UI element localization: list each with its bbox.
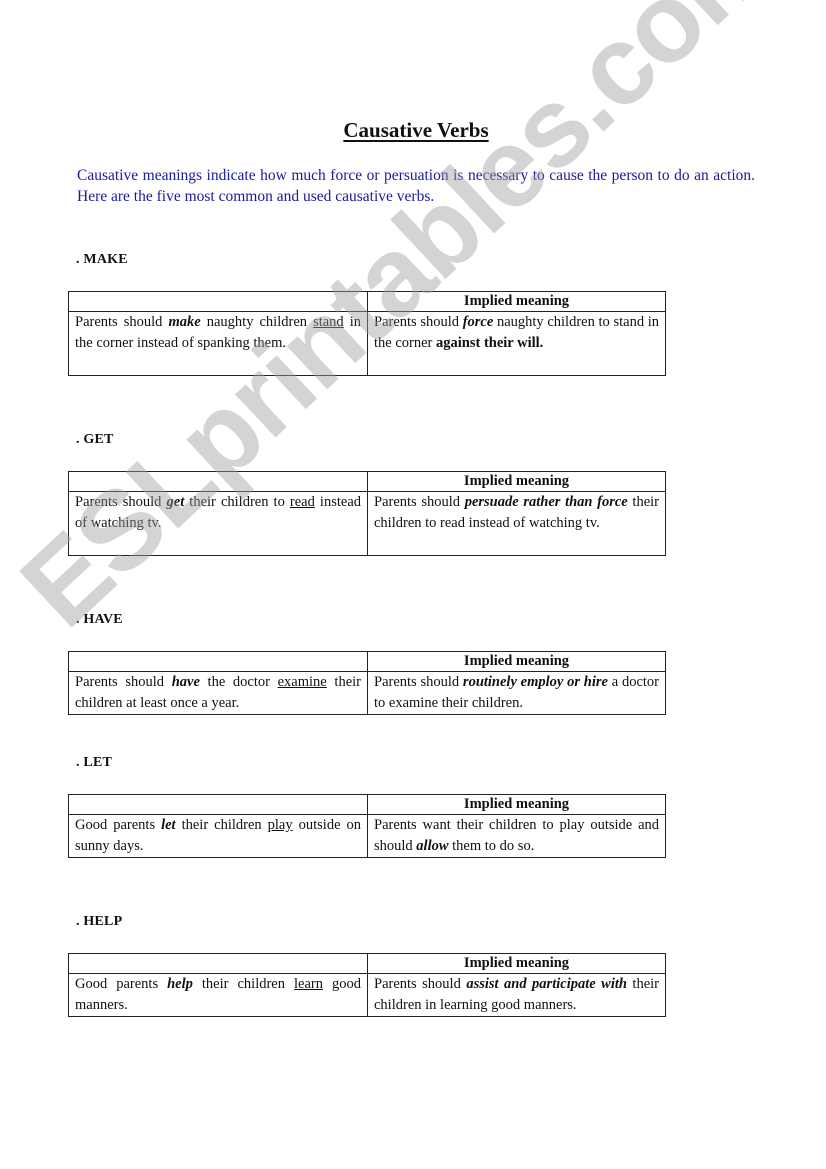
implied-meaning-text: Parents want their children to play outs…: [367, 814, 666, 858]
text-run: Parents should: [374, 674, 463, 690]
text-run: their children: [175, 817, 268, 833]
base-verb: read: [289, 494, 315, 510]
section-label-help: . HELP: [76, 914, 123, 929]
table-let: Implied meaning Good parents let their c…: [68, 794, 666, 858]
table-header-row: Implied meaning: [68, 794, 666, 815]
text-run: them to do so.: [448, 838, 535, 854]
causative-verb: allow: [416, 838, 449, 854]
header-cell-implied-meaning: Implied meaning: [367, 651, 666, 672]
text-run: Good parents: [75, 976, 168, 992]
table-row: Parents should get their children to rea…: [68, 491, 666, 556]
header-cell-implied-meaning: Implied meaning: [367, 794, 666, 815]
emphasis-text: against their will.: [436, 335, 544, 351]
header-cell-implied-meaning: Implied meaning: [367, 953, 666, 974]
implied-meaning-text: Parents should force naughty children to…: [367, 311, 666, 376]
causative-verb: persuade rather than force: [464, 494, 628, 510]
section-label-let: . LET: [76, 755, 113, 770]
implied-meaning-text: Parents should routinely employ or hire …: [367, 671, 666, 715]
section-label-have: . HAVE: [76, 612, 123, 627]
base-verb: learn: [294, 976, 323, 992]
base-verb: stand: [313, 314, 344, 330]
table-header-row: Implied meaning: [68, 291, 666, 312]
base-verb: examine: [277, 674, 327, 690]
text-run: Parents should: [75, 674, 172, 690]
implied-meaning-text: Parents should persuade rather than forc…: [367, 491, 666, 556]
text-run: the doctor: [199, 674, 278, 690]
causative-verb: make: [168, 314, 201, 330]
table-get: Implied meaning Parents should get their…: [68, 471, 666, 556]
header-cell-empty: [68, 471, 368, 492]
table-make: Implied meaning Parents should make naug…: [68, 291, 666, 376]
causative-verb: get: [166, 494, 185, 510]
table-row: Good parents help their children learn g…: [68, 973, 666, 1017]
causative-verb: assist and participate with: [466, 976, 627, 992]
header-cell-implied-meaning: Implied meaning: [367, 291, 666, 312]
example-sentence: Parents should have the doctor examine t…: [68, 671, 368, 715]
table-have: Implied meaning Parents should have the …: [68, 651, 666, 715]
text-run: Parents should: [374, 976, 467, 992]
table-row: Parents should have the doctor examine t…: [68, 671, 666, 715]
header-cell-empty: [68, 291, 368, 312]
table-row: Good parents let their children play out…: [68, 814, 666, 858]
header-cell-implied-meaning: Implied meaning: [367, 471, 666, 492]
base-verb: play: [267, 817, 293, 833]
example-sentence: Parents should get their children to rea…: [68, 491, 368, 556]
example-sentence: Parents should make naughty children sta…: [68, 311, 368, 376]
header-cell-empty: [68, 953, 368, 974]
example-sentence: Good parents let their children play out…: [68, 814, 368, 858]
text-run: their children to: [184, 494, 290, 510]
header-cell-empty: [68, 651, 368, 672]
text-run: Parents should: [75, 314, 169, 330]
causative-verb: help: [167, 976, 193, 992]
table-row: Parents should make naughty children sta…: [68, 311, 666, 376]
text-run: Parents should: [374, 494, 465, 510]
causative-verb: have: [171, 674, 200, 690]
table-header-row: Implied meaning: [68, 471, 666, 492]
text-run: Parents should: [75, 494, 167, 510]
section-label-make: . MAKE: [76, 252, 128, 267]
example-sentence: Good parents help their children learn g…: [68, 973, 368, 1017]
page-title: Causative Verbs: [343, 118, 489, 142]
table-header-row: Implied meaning: [68, 651, 666, 672]
text-run: naughty children: [200, 314, 314, 330]
header-cell-empty: [68, 794, 368, 815]
text-run: Parents should: [374, 314, 463, 330]
implied-meaning-text: Parents should assist and participate wi…: [367, 973, 666, 1017]
causative-verb: force: [462, 314, 494, 330]
intro-paragraph: Causative meanings indicate how much for…: [77, 167, 755, 205]
table-header-row: Implied meaning: [68, 953, 666, 974]
text-run: Good parents: [75, 817, 162, 833]
section-label-get: . GET: [76, 432, 114, 447]
causative-verb: routinely employ or hire: [462, 674, 608, 690]
causative-verb: let: [161, 817, 176, 833]
text-run: their children: [192, 976, 294, 992]
table-help: Implied meaning Good parents help their …: [68, 953, 666, 1017]
